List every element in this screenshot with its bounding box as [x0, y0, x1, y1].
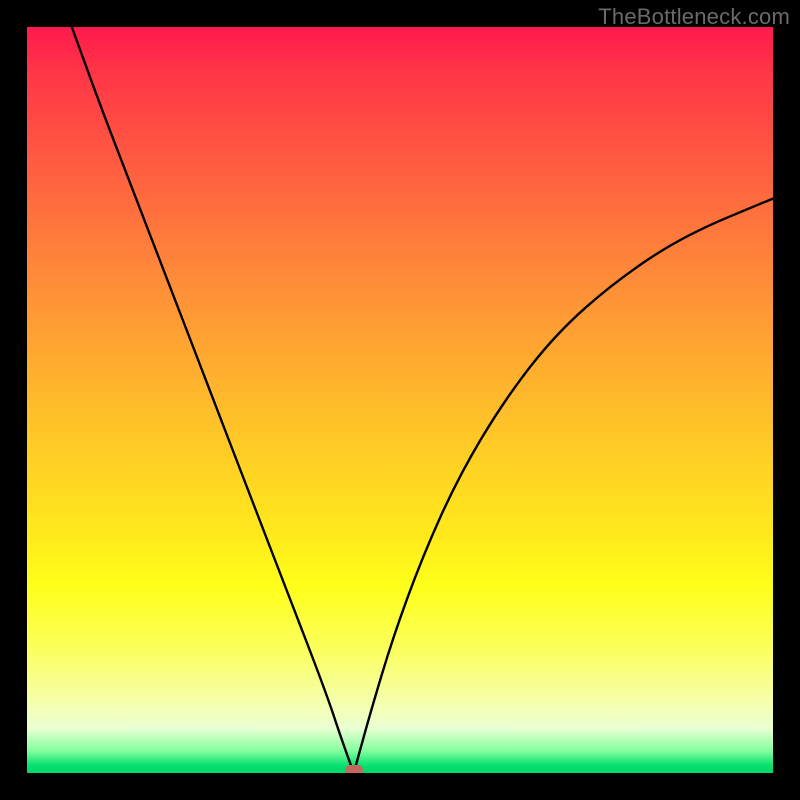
- site-watermark: TheBottleneck.com: [598, 4, 790, 30]
- minimum-marker: [345, 765, 363, 773]
- plot-frame: [27, 27, 773, 773]
- bottleneck-curve: [27, 27, 773, 773]
